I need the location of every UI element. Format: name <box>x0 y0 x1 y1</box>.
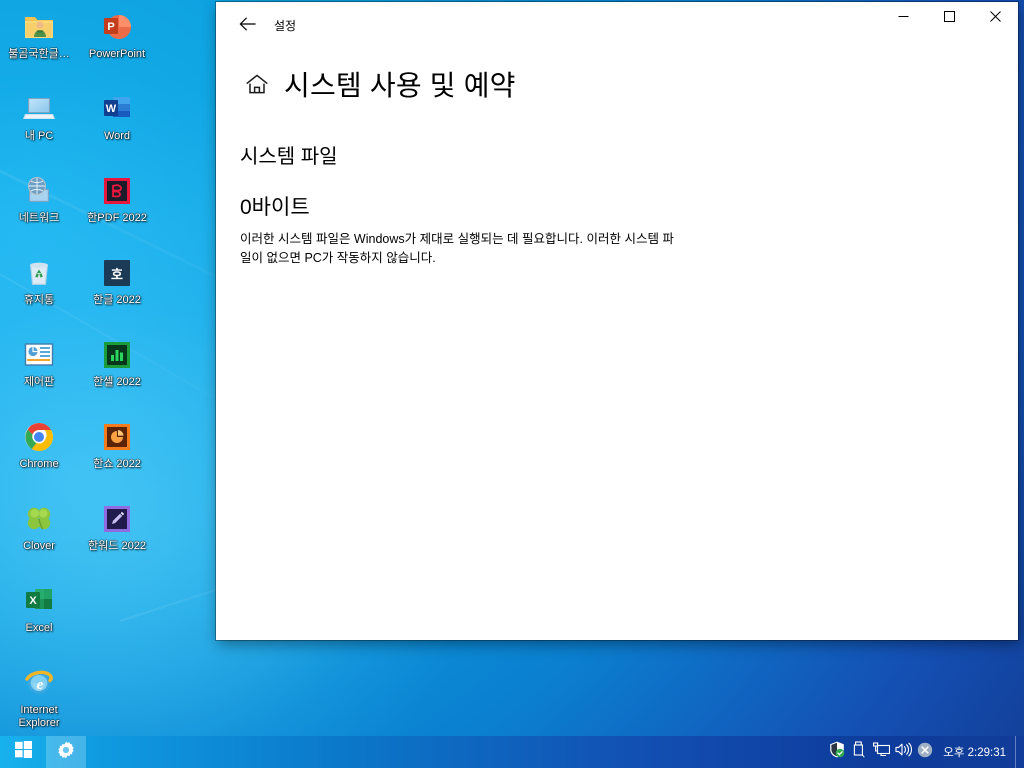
svg-text:e: e <box>37 677 44 693</box>
tray-usb-eject[interactable] <box>848 736 870 768</box>
minimize-icon <box>898 9 909 27</box>
desktop-icon-label: 한셀 2022 <box>93 376 141 388</box>
desktop-icon-hancell[interactable]: 한셀 2022 <box>78 334 156 416</box>
page-title: 시스템 사용 및 예약 <box>284 70 516 101</box>
desktop-icon-excel[interactable]: X Excel <box>0 580 78 662</box>
desktop-icon-label: 휴지통 <box>23 294 55 306</box>
desktop-icon-hanshow[interactable]: 한쇼 2022 <box>78 416 156 498</box>
show-desktop-button[interactable] <box>1015 736 1022 768</box>
desktop-icon-folder-user[interactable]: 불곰국한글… <box>0 6 78 88</box>
maximize-button[interactable] <box>926 2 972 34</box>
taskbar-clock[interactable]: 오후 2:29:31 <box>936 736 1015 768</box>
close-icon <box>989 9 1001 27</box>
start-button[interactable] <box>0 736 46 768</box>
back-arrow-icon <box>239 16 256 36</box>
desktop-icon-column-2: P PowerPoint W Word 한PDF 2022 호 한글 2022 … <box>78 6 156 580</box>
desktop-icon-label: 한글 2022 <box>93 294 141 306</box>
hanshow-icon <box>100 420 134 454</box>
home-icon[interactable] <box>240 67 274 101</box>
clover-icon <box>22 502 56 536</box>
svg-text:W: W <box>106 103 117 115</box>
network-icon <box>22 174 56 208</box>
desktop-icon-word[interactable]: W Word <box>78 88 156 170</box>
gear-icon <box>57 741 75 764</box>
system-tray: 오후 2:29:31 <box>826 736 1024 768</box>
shield-check-icon <box>829 741 845 763</box>
usb-eject-icon <box>851 741 867 763</box>
tray-volume[interactable] <box>892 736 914 768</box>
powerpoint-icon: P <box>100 10 134 44</box>
desktop-icon-internet-explorer[interactable]: e Internet Explorer <box>0 662 78 744</box>
window-title-bar[interactable]: 설정 <box>216 2 1018 48</box>
svg-text:X: X <box>29 595 37 607</box>
desktop-icon-label: PowerPoint <box>88 48 146 60</box>
system-files-size: 0바이트 <box>240 196 310 219</box>
minimize-button[interactable] <box>880 2 926 34</box>
hangul-icon: 호 <box>100 256 134 290</box>
desktop-icon-hanword[interactable]: 한워드 2022 <box>78 498 156 580</box>
desktop-icon-label: Excel <box>25 622 53 634</box>
desktop-icon-label: Chrome <box>19 458 59 470</box>
page-header: 시스템 사용 및 예약 <box>216 48 1018 104</box>
desktop-icon-label: 한워드 2022 <box>88 540 146 552</box>
desktop-icon-label: Word <box>103 130 131 142</box>
chrome-icon <box>22 420 56 454</box>
system-files-description: 이러한 시스템 파일은 Windows가 제대로 실행되는 데 필요합니다. 이… <box>240 232 674 265</box>
hanword-icon <box>100 502 134 536</box>
word-icon: W <box>100 92 134 126</box>
hancell-icon <box>100 338 134 372</box>
desktop-icon-clover[interactable]: Clover <box>0 498 78 580</box>
section-heading: 시스템 파일 <box>240 146 338 168</box>
close-button[interactable] <box>972 2 1018 34</box>
desktop-icon-control-panel[interactable]: 제어판 <box>0 334 78 416</box>
desktop-icon-label: Internet Explorer <box>18 704 60 729</box>
desktop-icon-chrome[interactable]: Chrome <box>0 416 78 498</box>
desktop-icon-label: 한PDF 2022 <box>87 212 147 224</box>
maximize-icon <box>943 9 955 27</box>
desktop-icon-label: 불곰국한글… <box>8 48 70 60</box>
settings-content: 시스템 파일 0바이트 이러한 시스템 파일은 Windows가 제대로 실행되… <box>216 104 1018 268</box>
control-panel-icon <box>22 338 56 372</box>
desktop-icon-label: 한쇼 2022 <box>93 458 141 470</box>
this-pc-icon <box>22 92 56 126</box>
recycle-bin-icon <box>22 256 56 290</box>
desktop-icon-this-pc[interactable]: 내 PC <box>0 88 78 170</box>
desktop-icon-hanpdf[interactable]: 한PDF 2022 <box>78 170 156 252</box>
settings-window: 설정 시스템 사용 및 예약 시스템 파일 0바이트 이러한 시스템 파일은 W… <box>216 2 1018 640</box>
desktop-icon-hangul[interactable]: 호 한글 2022 <box>78 252 156 334</box>
excel-icon: X <box>22 584 56 618</box>
desktop-icon-recycle-bin[interactable]: 휴지통 <box>0 252 78 334</box>
hanpdf-icon <box>100 174 134 208</box>
desktop-icon-column-1: 불곰국한글… 내 PC 네트워크 휴지통 제어판 Chrome Clover X… <box>0 6 78 744</box>
desktop-icon-network[interactable]: 네트워크 <box>0 170 78 252</box>
folder-user-icon <box>22 10 56 44</box>
taskbar: 오후 2:29:31 <box>0 736 1024 768</box>
desktop-icon-label: Clover <box>23 540 55 552</box>
tray-defender[interactable] <box>826 736 848 768</box>
window-title: 설정 <box>274 19 297 33</box>
window-controls <box>880 2 1018 34</box>
tray-network[interactable] <box>870 736 892 768</box>
tray-error[interactable] <box>914 736 936 768</box>
desktop-icon-label: 내 PC <box>24 130 54 142</box>
back-button[interactable] <box>224 10 270 42</box>
error-circle-icon <box>917 742 933 763</box>
desktop-icon-powerpoint[interactable]: P PowerPoint <box>78 6 156 88</box>
settings-taskbar-button[interactable] <box>46 736 86 768</box>
network-monitor-icon <box>872 742 890 762</box>
svg-text:P: P <box>107 21 114 33</box>
internet-explorer-icon: e <box>22 666 56 700</box>
speaker-icon <box>895 742 912 762</box>
desktop-icon-label: 제어판 <box>23 376 55 388</box>
desktop-icon-label: 네트워크 <box>18 212 60 224</box>
windows-logo-icon <box>14 741 32 763</box>
